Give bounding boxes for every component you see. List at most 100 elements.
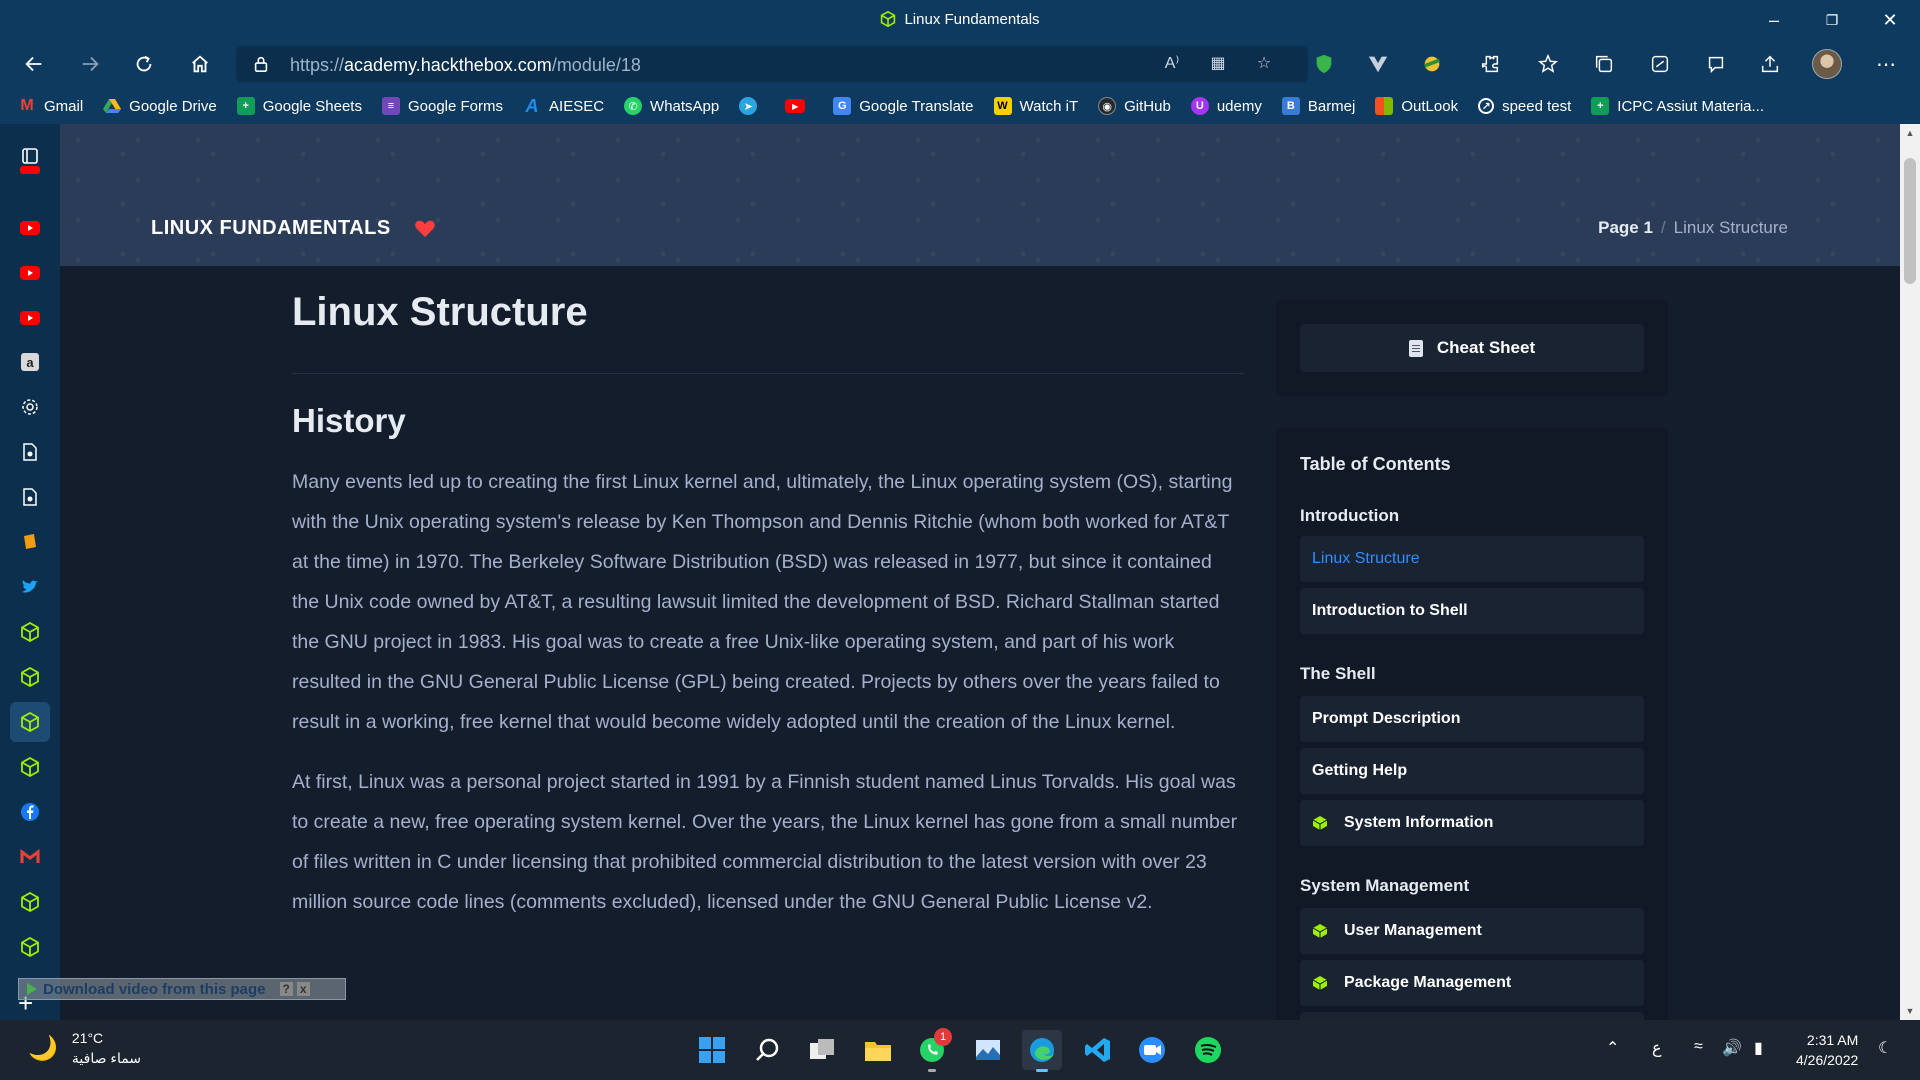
whatsapp-app-button[interactable]: 1 (912, 1028, 952, 1072)
toc-item-partial[interactable] (1300, 1012, 1644, 1020)
forward-button[interactable] (72, 48, 108, 80)
home-button[interactable] (182, 48, 218, 80)
refresh-button[interactable] (126, 48, 162, 80)
profile-avatar[interactable] (1812, 49, 1842, 79)
battery-icon[interactable]: ▮ (1754, 1038, 1763, 1058)
toc-item-user-management[interactable]: User Management (1300, 908, 1644, 954)
green-gem-icon (1312, 816, 1328, 830)
bookmark-github[interactable]: ◉ GitHub (1098, 97, 1171, 115)
extensions-icon[interactable] (1476, 50, 1504, 78)
spotify-app-button[interactable] (1188, 1030, 1228, 1070)
bookmark-gmail[interactable]: M Gmail (18, 97, 83, 115)
bookmark-whatsapp[interactable]: ✆ WhatsApp (624, 97, 719, 115)
weather-widget[interactable]: 🌙 21°C سماء صافية (28, 1030, 141, 1067)
start-button[interactable] (692, 1030, 732, 1070)
tab-facebook[interactable] (10, 792, 50, 832)
system-clock[interactable]: 2:31 AM 4/26/2022 (1796, 1030, 1858, 1070)
toc-item-prompt-description[interactable]: Prompt Description (1300, 696, 1644, 742)
bookmark-google-forms[interactable]: ≡ Google Forms (381, 97, 503, 115)
bookmark-watch-it[interactable]: W Watch iT (993, 97, 1078, 115)
cheat-sheet-button[interactable]: Cheat Sheet (1300, 324, 1644, 372)
add-favorite-icon[interactable]: ☆ (1252, 53, 1276, 75)
edge-app-button[interactable] (1022, 1030, 1062, 1072)
tab-youtube-3[interactable] (10, 298, 50, 338)
active-indicator (1036, 1069, 1048, 1072)
tab-amazon[interactable]: a (10, 342, 50, 382)
feedback-icon[interactable] (1702, 50, 1730, 78)
breadcrumb-page[interactable]: Page 1 (1598, 218, 1653, 237)
bookmark-telegram[interactable]: ➤ (739, 97, 765, 115)
back-button[interactable] (16, 48, 52, 80)
lock-icon (254, 56, 268, 73)
task-view-button[interactable] (802, 1030, 842, 1070)
page-scrollbar[interactable]: ▲ ▼ (1900, 124, 1920, 1020)
watchit-icon: W (993, 97, 1012, 115)
download-video-text: Download video from this page (43, 980, 266, 998)
colorful-extension-icon[interactable] (1418, 50, 1446, 78)
bookmark-outlook[interactable]: OutLook (1375, 97, 1458, 115)
tab-extension-2[interactable] (10, 477, 50, 517)
download-video-overlay[interactable]: Download video from this page ? x (18, 978, 346, 1000)
toc-item-linux-structure[interactable]: Linux Structure (1300, 536, 1644, 582)
share-icon[interactable] (1756, 50, 1784, 78)
notifications-moon-icon[interactable]: ☾ (1878, 1038, 1892, 1058)
tab-htb-active[interactable] (10, 702, 50, 742)
web-capture-icon[interactable] (1646, 50, 1674, 78)
bookmark-google-translate[interactable]: G Google Translate (833, 97, 974, 115)
bookmark-google-drive[interactable]: Google Drive (103, 97, 217, 115)
toc-item-package-management[interactable]: Package Management (1300, 960, 1644, 1006)
show-hidden-icons-chevron-icon[interactable]: ⌃ (1606, 1038, 1619, 1058)
tab-htb-4[interactable] (10, 882, 50, 922)
restore-button[interactable]: ❐ (1812, 6, 1852, 34)
tab-htb-2[interactable] (10, 657, 50, 697)
tab-htb-3[interactable] (10, 747, 50, 787)
tab-settings[interactable] (10, 387, 50, 427)
search-button[interactable] (748, 1030, 788, 1070)
scrollbar-thumb[interactable] (1904, 158, 1916, 284)
bookmark-google-sheets[interactable]: + Google Sheets (236, 97, 362, 115)
read-aloud-icon[interactable]: A⁾ (1160, 53, 1184, 75)
address-bar[interactable]: https://academy.hackthebox.com/module/18… (236, 46, 1308, 82)
tab-youtube-partial[interactable] (10, 166, 50, 180)
tab-twitter[interactable] (10, 567, 50, 607)
scroll-up-arrow-icon[interactable]: ▲ (1900, 124, 1920, 142)
zoom-app-button[interactable] (1132, 1030, 1172, 1070)
toc-item-system-information[interactable]: System Information (1300, 800, 1644, 846)
vscode-app-button[interactable] (1078, 1030, 1118, 1070)
tab-youtube-2[interactable] (10, 253, 50, 293)
bookmark-udemy[interactable]: Uudemy (1190, 97, 1262, 115)
tab-youtube-1[interactable] (10, 208, 50, 248)
heart-icon[interactable] (414, 218, 436, 238)
favorites-icon[interactable] (1534, 50, 1562, 78)
tab-gmail[interactable] (10, 837, 50, 877)
input-language[interactable]: ع (1652, 1038, 1662, 1058)
tab-htb-1[interactable] (10, 612, 50, 652)
toc-item-getting-help[interactable]: Getting Help (1300, 748, 1644, 794)
reader-view-icon[interactable]: ▦ (1206, 53, 1230, 75)
bookmark-speed-test[interactable]: ↗ speed test (1478, 98, 1571, 115)
module-title[interactable]: LINUX FUNDAMENTALS (151, 217, 391, 240)
google-translate-icon: G (833, 97, 852, 115)
photos-app-button[interactable] (968, 1030, 1008, 1070)
shield-extension-icon[interactable] (1310, 50, 1338, 78)
bookmark-youtube[interactable]: ▶ (785, 99, 813, 113)
vue-extension-icon[interactable] (1364, 50, 1392, 78)
help-button[interactable]: ? (279, 982, 293, 996)
tab-extension-1[interactable] (10, 432, 50, 472)
close-window-button[interactable]: ✕ (1870, 6, 1910, 34)
volume-icon[interactable]: 🔊 (1722, 1038, 1742, 1058)
more-options-icon[interactable]: ⋯ (1872, 50, 1900, 78)
tab-htb-5[interactable] (10, 927, 50, 967)
scroll-down-arrow-icon[interactable]: ▼ (1900, 1002, 1920, 1020)
collections-icon[interactable] (1590, 50, 1618, 78)
file-explorer-button[interactable] (858, 1030, 898, 1070)
minimize-button[interactable]: – (1754, 6, 1794, 34)
bookmark-icpc[interactable]: + ICPC Assiut Materia... (1591, 97, 1764, 115)
tab-book[interactable] (10, 522, 50, 562)
wifi-icon[interactable]: ≈ (1694, 1038, 1703, 1056)
task-view-icon (810, 1039, 834, 1059)
bookmark-barmej[interactable]: B Barmej (1281, 97, 1355, 115)
bookmark-aiesec[interactable]: A AIESEC (523, 96, 605, 116)
toc-item-introduction-to-shell[interactable]: Introduction to Shell (1300, 588, 1644, 634)
close-overlay-button[interactable]: x (296, 982, 310, 996)
